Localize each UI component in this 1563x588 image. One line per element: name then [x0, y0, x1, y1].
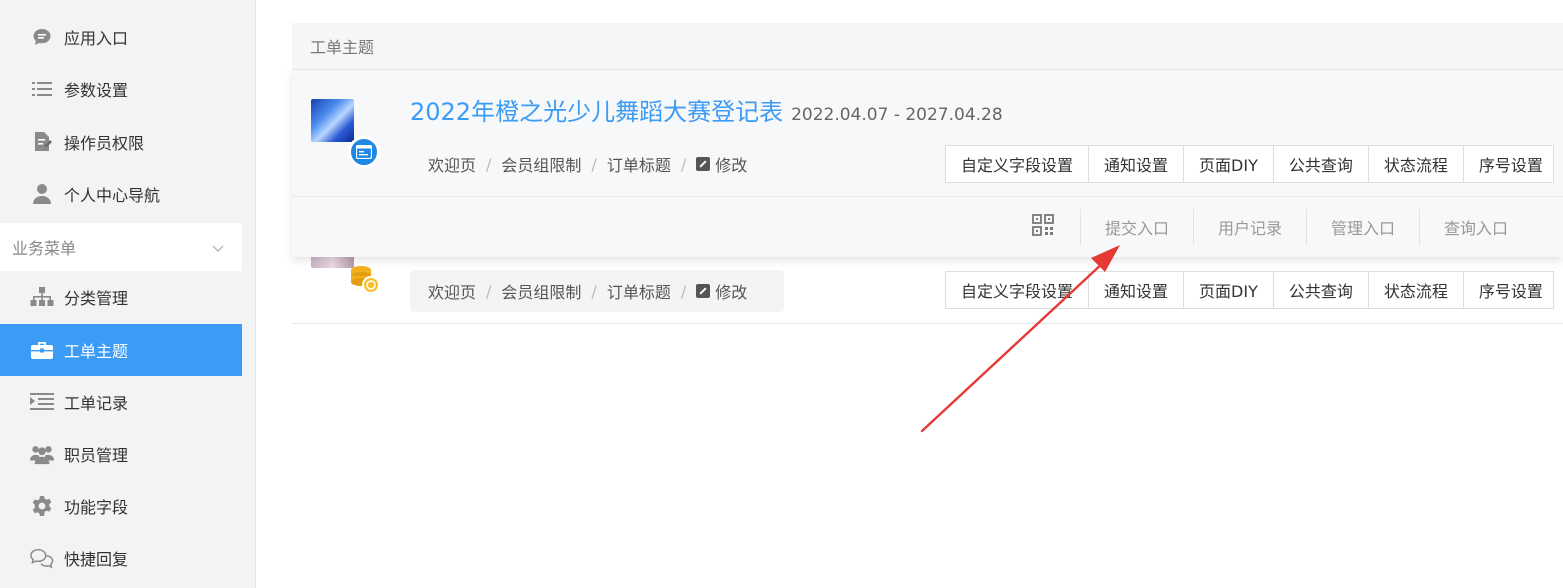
document-edit-icon: [30, 130, 54, 154]
entry-bar: 提交入口 用户记录 管理入口 查询入口: [292, 196, 1563, 257]
status-flow-button[interactable]: 状态流程: [1369, 272, 1464, 308]
crumb-member-group-limit[interactable]: 会员组限制: [501, 152, 581, 176]
users-icon: [30, 442, 54, 466]
edit-link[interactable]: 修改: [696, 152, 747, 176]
edit-icon: [696, 157, 711, 171]
sidebar-group-label: 业务菜单: [12, 239, 77, 258]
list-settings-icon: [30, 77, 54, 101]
sidebar-item-label: 职员管理: [64, 446, 129, 465]
topic-title[interactable]: 2022年橙之光少儿舞蹈大赛登记表: [410, 92, 783, 127]
settings-button-group: 自定义字段设置 通知设置 页面DIY 公共查询 状态流程 序号设置: [945, 271, 1554, 309]
sidebar-item-ticket-topics[interactable]: 工单主题: [0, 324, 242, 376]
crumb-separator: /: [486, 281, 492, 301]
sidebar-item-function-fields[interactable]: 功能字段: [0, 480, 242, 532]
admin-entry-link[interactable]: 管理入口: [1306, 209, 1419, 245]
gear-icon: [30, 494, 54, 518]
sidebar-item-personal-nav[interactable]: 个人中心导航: [0, 168, 242, 220]
sidebar-item-ticket-records[interactable]: 工单记录: [0, 376, 242, 428]
submit-entry-link[interactable]: 提交入口: [1080, 209, 1193, 245]
query-entry-link[interactable]: 查询入口: [1419, 209, 1532, 245]
crumb-order-title[interactable]: 订单标题: [607, 152, 671, 176]
topic-row: 欢迎页 / 会员组限制 / 订单标题 / 修改 自定义字段设置 通知设置 页面D…: [292, 250, 1563, 324]
serial-number-button[interactable]: 序号设置: [1464, 272, 1553, 308]
briefcase-icon: [30, 338, 54, 362]
topic-row-expanded: 2022年橙之光少儿舞蹈大赛登记表 2022.04.07 - 2027.04.2…: [292, 70, 1563, 257]
topic-date-range: 2022.04.07 - 2027.04.28: [791, 105, 1003, 125]
edit-link[interactable]: 修改: [696, 279, 747, 303]
status-flow-button[interactable]: 状态流程: [1369, 146, 1464, 182]
crumb-member-group-limit[interactable]: 会员组限制: [501, 279, 581, 303]
main-content: 工单主题 欢迎页 / 会员组限制 / 订单标题 / 修改 自定义字段设置 通知设…: [256, 0, 1563, 588]
crumb-separator: /: [591, 154, 597, 174]
crumb-separator: /: [680, 154, 687, 174]
qr-code-icon[interactable]: [1032, 214, 1054, 236]
chevron-down-icon: [212, 239, 224, 258]
form-badge-icon: [348, 136, 380, 168]
user-icon: [30, 182, 54, 206]
sidebar-item-label: 个人中心导航: [64, 186, 161, 205]
chat-bubbles-icon: [30, 546, 54, 570]
sidebar: 应用入口 参数设置 操作员权限 个人中心导航 业务菜单 分类管理 工单主题 工单…: [0, 0, 242, 588]
sidebar-item-params[interactable]: 参数设置: [0, 63, 242, 115]
edit-icon: [696, 284, 711, 298]
sidebar-item-category-management[interactable]: 分类管理: [0, 271, 242, 323]
entry-links: 提交入口 用户记录 管理入口 查询入口: [1080, 209, 1532, 245]
sidebar-group-business-menu[interactable]: 业务菜单: [0, 223, 242, 271]
crumb-separator: /: [680, 281, 687, 301]
sidebar-item-label: 功能字段: [64, 498, 129, 517]
crumb-separator: /: [591, 281, 597, 301]
sitemap-icon: [30, 285, 54, 309]
app-root: 应用入口 参数设置 操作员权限 个人中心导航 业务菜单 分类管理 工单主题 工单…: [0, 0, 1563, 588]
sidebar-item-label: 应用入口: [64, 29, 129, 48]
page-diy-button[interactable]: 页面DIY: [1184, 146, 1274, 182]
sidebar-item-label: 工单记录: [64, 394, 129, 413]
public-query-button[interactable]: 公共查询: [1274, 146, 1369, 182]
sidebar-gutter: [242, 0, 256, 588]
sidebar-item-label: 操作员权限: [64, 134, 145, 153]
public-query-button[interactable]: 公共查询: [1274, 272, 1369, 308]
edit-label: 修改: [715, 156, 748, 175]
chat-bubble-icon: [30, 25, 54, 49]
sidebar-item-label: 参数设置: [64, 81, 129, 100]
serial-number-button[interactable]: 序号设置: [1464, 146, 1553, 182]
breadcrumb: 欢迎页 / 会员组限制 / 订单标题 / 修改: [410, 270, 784, 312]
crumb-separator: /: [486, 154, 492, 174]
custom-fields-button[interactable]: 自定义字段设置: [946, 272, 1090, 308]
notification-settings-button[interactable]: 通知设置: [1089, 272, 1185, 308]
sidebar-item-label: 快捷回复: [64, 550, 129, 569]
notification-settings-button[interactable]: 通知设置: [1089, 146, 1185, 182]
list-indent-icon: [30, 390, 54, 414]
breadcrumb: 欢迎页 / 会员组限制 / 订单标题 / 修改: [410, 143, 820, 185]
sidebar-item-staff-management[interactable]: 职员管理: [0, 428, 242, 480]
crumb-order-title[interactable]: 订单标题: [607, 279, 671, 303]
settings-button-group: 自定义字段设置 通知设置 页面DIY 公共查询 状态流程 序号设置: [945, 145, 1554, 183]
topic-thumbnail[interactable]: [311, 99, 354, 142]
sidebar-item-label: 分类管理: [64, 289, 129, 308]
edit-label: 修改: [715, 283, 748, 302]
custom-fields-button[interactable]: 自定义字段设置: [946, 146, 1090, 182]
coins-icon: [347, 264, 381, 296]
crumb-welcome-page[interactable]: 欢迎页: [428, 279, 476, 303]
sidebar-item-operator-permissions[interactable]: 操作员权限: [0, 116, 242, 168]
sidebar-item-quick-reply[interactable]: 快捷回复: [0, 532, 242, 584]
sidebar-item-app-entry[interactable]: 应用入口: [0, 11, 242, 63]
panel-header: 工单主题: [292, 23, 1563, 70]
crumb-welcome-page[interactable]: 欢迎页: [428, 152, 476, 176]
topic-title-line: 2022年橙之光少儿舞蹈大赛登记表 2022.04.07 - 2027.04.2…: [410, 92, 1003, 127]
sidebar-item-label: 工单主题: [64, 342, 129, 361]
user-records-link[interactable]: 用户记录: [1193, 209, 1306, 245]
page-diy-button[interactable]: 页面DIY: [1184, 272, 1274, 308]
